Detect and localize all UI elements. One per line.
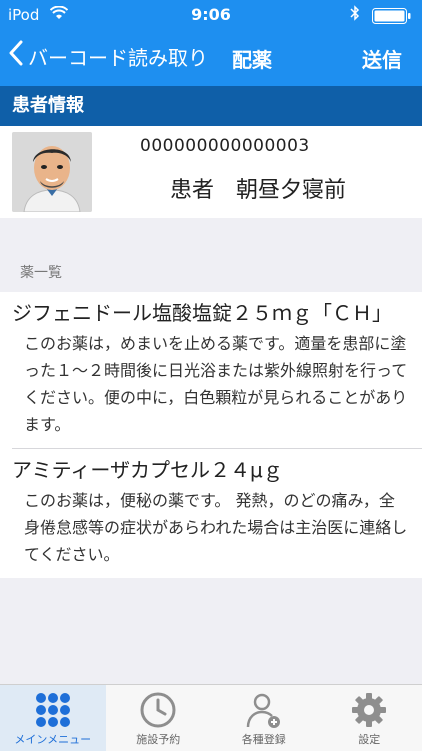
patient-id: 000000000000003 <box>140 136 310 156</box>
top-bar: iPod 9:06 バーコード読み取り 配薬 送信 <box>0 0 422 86</box>
nav-bar: バーコード読み取り 配薬 送信 <box>0 30 422 86</box>
drug-list: ジフェニドール塩酸塩錠２５ｍｇ「ＣＨ」 このお薬は，めまいを止める薬です。適量を… <box>0 292 422 578</box>
patient-section-header: 患者情報 <box>0 86 422 126</box>
back-label: バーコード読み取り <box>28 42 208 71</box>
status-bar: iPod 9:06 <box>0 0 422 30</box>
list-item: アミティーザカプセル２４μｇ このお薬は，便秘の薬です。 発熱，のどの痛み，全身… <box>12 448 422 578</box>
tab-label: 各種登録 <box>211 731 317 747</box>
battery-icon <box>372 8 412 24</box>
patient-card: 000000000000003 患者 朝昼夕寝前 <box>0 126 422 218</box>
tab-bar: メインメニュー 施設予約 各種登録 <box>0 684 422 751</box>
list-item: ジフェニドール塩酸塩錠２５ｍｇ「ＣＨ」 このお薬は，めまいを止める薬です。適量を… <box>0 292 422 448</box>
chevron-left-icon <box>8 40 24 72</box>
drug-name: アミティーザカプセル２４μｇ <box>12 457 410 483</box>
send-button[interactable]: 送信 <box>362 44 402 73</box>
drug-description: このお薬は，めまいを止める薬です。適量を患部に塗った１～２時間後に日光浴または紫… <box>12 330 410 438</box>
tab-label: 設定 <box>317 731 422 747</box>
drug-list-label: 薬一覧 <box>20 262 62 282</box>
tab-main-menu[interactable]: メインメニュー <box>0 685 106 751</box>
patient-name: 患者 朝昼夕寝前 <box>170 172 346 204</box>
patient-avatar <box>12 132 92 212</box>
tab-settings[interactable]: 設定 <box>317 685 422 751</box>
tab-label: 施設予約 <box>106 731 212 747</box>
page-title: 配薬 <box>232 44 272 73</box>
bluetooth-icon <box>350 5 360 25</box>
tab-label: メインメニュー <box>0 731 106 747</box>
grid-dots-icon <box>34 691 72 729</box>
back-button[interactable]: バーコード読み取り <box>8 40 208 72</box>
drug-description: このお薬は，便秘の薬です。 発熱，のどの痛み，全身倦怠感等の症状があらわれた場合… <box>12 487 410 568</box>
add-user-icon <box>245 691 283 729</box>
tab-facility-reservation[interactable]: 施設予約 <box>106 685 212 751</box>
gear-icon <box>350 691 388 729</box>
clock-icon <box>139 691 177 729</box>
tab-registration[interactable]: 各種登録 <box>211 685 317 751</box>
drug-name: ジフェニドール塩酸塩錠２５ｍｇ「ＣＨ」 <box>12 300 410 326</box>
